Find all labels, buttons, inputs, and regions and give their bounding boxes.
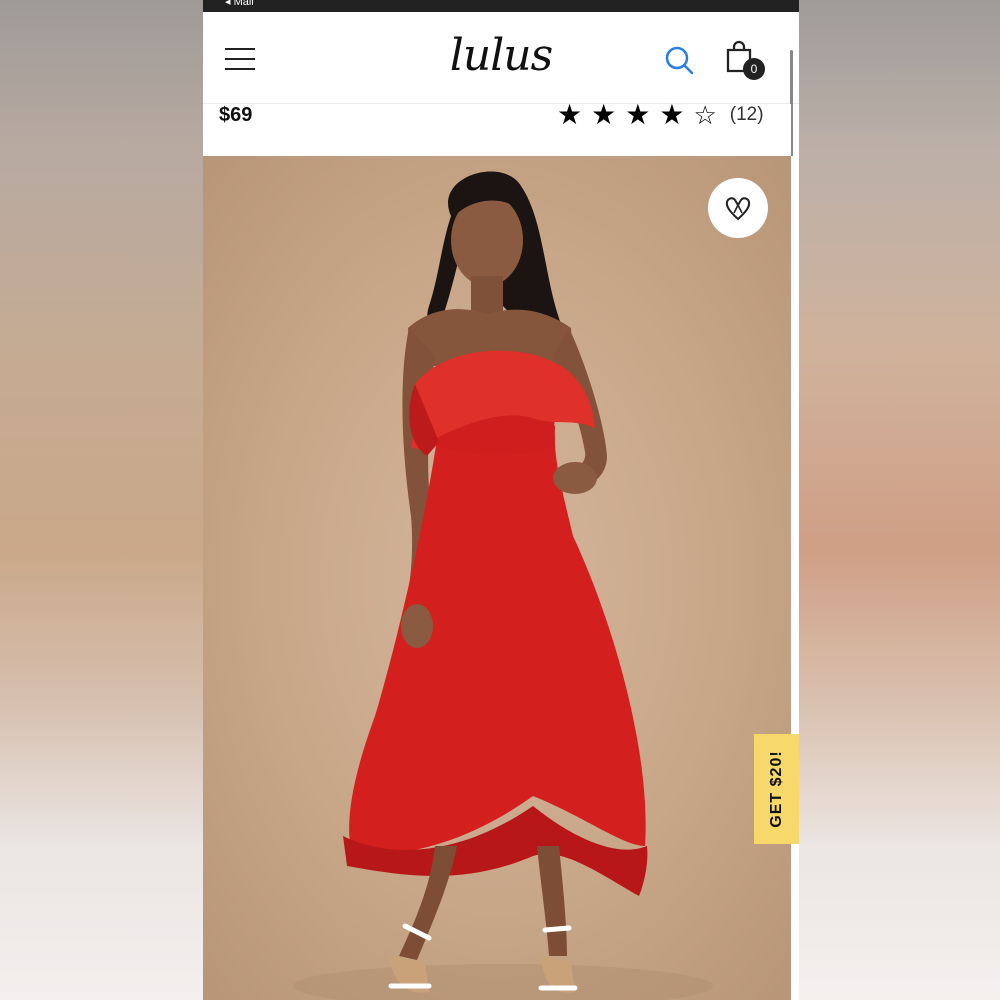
- cart-button[interactable]: 0: [725, 40, 769, 84]
- star-filled-icon: ★: [557, 99, 583, 130]
- star-filled-icon: ★: [659, 99, 685, 130]
- site-logo[interactable]: lulus: [431, 28, 571, 88]
- heart-icon: [725, 197, 751, 221]
- hamburger-icon-line: [225, 68, 255, 70]
- star-empty-icon: ☆: [693, 100, 717, 130]
- promo-tab[interactable]: GET $20!: [754, 734, 799, 844]
- site-header: lulus 0: [203, 12, 799, 104]
- hamburger-icon: [225, 48, 255, 50]
- blurred-background-right: [799, 0, 1000, 1000]
- product-image[interactable]: [203, 156, 791, 1000]
- wishlist-button[interactable]: [708, 178, 768, 238]
- menu-button[interactable]: [225, 48, 257, 74]
- star-filled-icon: ★: [591, 99, 617, 130]
- product-price: $69: [219, 104, 253, 126]
- phone-screen: ◂ Mail lulus 0 $69 ★ ★ ★ ★ ☆ (12) GET $2…: [203, 0, 799, 1000]
- search-button[interactable]: [663, 44, 695, 76]
- product-summary: $69 ★ ★ ★ ★ ☆ (12): [203, 99, 791, 156]
- back-to-mail-link[interactable]: ◂ Mail: [225, 0, 254, 8]
- scroll-gutter: [791, 156, 799, 1000]
- status-bar: ◂ Mail: [203, 0, 799, 12]
- model-in-red-dress-illustration: [293, 171, 713, 1000]
- hamburger-icon-line: [225, 58, 255, 60]
- product-rating[interactable]: ★ ★ ★ ★ ☆ (12): [557, 98, 764, 132]
- star-filled-icon: ★: [625, 99, 651, 130]
- search-icon: [665, 46, 694, 75]
- blurred-background-left: [0, 0, 203, 1000]
- review-count[interactable]: (12): [730, 98, 764, 132]
- cart-count-badge: 0: [743, 58, 765, 80]
- promo-label: GET $20!: [768, 750, 785, 828]
